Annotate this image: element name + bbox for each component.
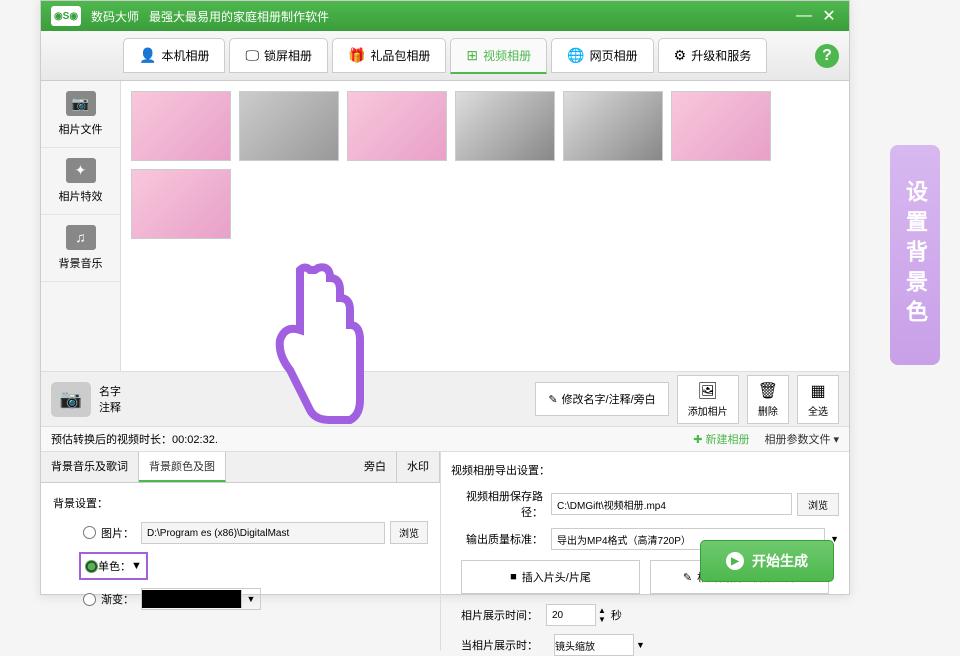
- gradient-swatch: [142, 590, 242, 608]
- nav-photo-files[interactable]: 📷相片文件: [41, 81, 120, 148]
- photo-thumbnail[interactable]: [131, 169, 231, 239]
- subtab-background[interactable]: 背景颜色及图: [139, 452, 226, 482]
- chevron-down-icon: ▼: [242, 594, 260, 604]
- add-image-icon: 🖼: [698, 381, 718, 401]
- quality-label: 输出质量标准：: [451, 531, 551, 547]
- thumbnail-area: [121, 81, 849, 371]
- tab-gift-album[interactable]: 🎁礼品包相册: [332, 38, 446, 73]
- estimate-text: 预估转换后的视频时长：00:02:32.: [51, 431, 218, 447]
- left-settings-panel: 背景音乐及歌词 背景颜色及图 旁白 水印 背景设置： 图片： D:\Progra…: [41, 452, 441, 651]
- trash-icon: 🗑: [758, 381, 778, 401]
- camera-preview-icon: 📷: [51, 382, 91, 417]
- globe-icon: 🌐: [567, 47, 584, 64]
- save-path-input[interactable]: [551, 493, 792, 515]
- sparkle-icon: ✦: [66, 158, 96, 183]
- delete-button[interactable]: 🗑删除: [747, 375, 789, 424]
- subtab-watermark[interactable]: 水印: [397, 452, 440, 482]
- transition-label: 当相片展示时：: [461, 637, 538, 653]
- top-tabs: 👤本机相册 🖵锁屏相册 🎁礼品包相册 ⊞视频相册 🌐网页相册 ⚙升级和服务 ?: [41, 31, 849, 81]
- photo-thumbnail[interactable]: [347, 91, 447, 161]
- bg-section-label: 背景设置：: [53, 495, 428, 511]
- subtab-music[interactable]: 背景音乐及歌词: [41, 452, 139, 482]
- nav-photo-effects[interactable]: ✦相片特效: [41, 148, 120, 215]
- app-tagline: 最强大最易用的家庭相册制作软件: [149, 8, 329, 25]
- display-time-input[interactable]: [546, 604, 596, 626]
- app-logo: ◉S◉: [51, 6, 81, 26]
- app-window: ◉S◉ 数码大师 最强大最易用的家庭相册制作软件 — ✕ 👤本机相册 🖵锁屏相册…: [40, 0, 850, 595]
- start-generate-button[interactable]: ▶ 开始生成: [700, 540, 834, 582]
- tab-lock-album[interactable]: 🖵锁屏相册: [229, 38, 328, 73]
- radio-gradient[interactable]: [83, 593, 96, 606]
- tab-web-album[interactable]: 🌐网页相册: [551, 38, 653, 73]
- time-unit: 秒: [611, 607, 622, 623]
- person-icon: 👤: [139, 47, 156, 64]
- app-name: 数码大师: [91, 8, 139, 25]
- sub-tabs: 背景音乐及歌词 背景颜色及图 旁白 水印: [41, 452, 440, 483]
- minimize-button[interactable]: —: [794, 6, 814, 26]
- music-icon: ♫: [66, 225, 96, 250]
- insert-head-button[interactable]: ■插入片头/片尾: [461, 560, 640, 594]
- tab-upgrade[interactable]: ⚙升级和服务: [658, 38, 768, 73]
- chevron-down-icon: ▾: [833, 433, 839, 446]
- browse-save-button[interactable]: 浏览: [797, 493, 839, 516]
- title-bar: ◉S◉ 数码大师 最强大最易用的家庭相册制作软件 — ✕: [41, 1, 849, 31]
- photo-thumbnail[interactable]: [131, 91, 231, 161]
- bg-settings-content: 背景设置： 图片： D:\Program es (x86)\DigitalMas…: [41, 483, 440, 630]
- color-highlight-box: 单色： ▼: [79, 552, 148, 580]
- radio-gradient-label: 渐变：: [101, 591, 141, 607]
- save-path-label: 视频相册保存路径：: [451, 488, 551, 520]
- browse-image-button[interactable]: 浏览: [390, 521, 428, 544]
- play-icon: ▶: [726, 552, 744, 570]
- tab-video-album[interactable]: ⊞视频相册: [450, 38, 547, 74]
- main-area: 📷相片文件 ✦相片特效 ♫背景音乐: [41, 81, 849, 371]
- display-time-label: 相片展示时间：: [461, 607, 538, 623]
- spinner-icon[interactable]: ▲▼: [598, 606, 606, 624]
- tab-local-album[interactable]: 👤本机相册: [123, 38, 225, 73]
- name-note-labels: 名字 注释: [99, 383, 121, 415]
- photo-thumbnail[interactable]: [239, 91, 339, 161]
- monitor-icon: 🖵: [245, 47, 259, 64]
- photo-thumbnail[interactable]: [563, 91, 663, 161]
- subtab-narration[interactable]: 旁白: [354, 452, 397, 482]
- export-section-title: 视频相册导出设置：: [451, 462, 839, 478]
- radio-image[interactable]: [83, 526, 96, 539]
- color-selector[interactable]: ▼: [131, 560, 142, 572]
- action-bar: 📷 名字 注释 ✎修改名字/注释/旁白 🖼添加相片 🗑删除 ▦全选: [41, 371, 849, 426]
- radio-solid-color[interactable]: [85, 560, 98, 573]
- edit-icon: ✎: [548, 393, 557, 406]
- radio-image-label: 图片：: [101, 525, 141, 541]
- status-bar: 预估转换后的视频时长：00:02:32. ✚新建相册 相册参数文件▾: [41, 426, 849, 451]
- modify-name-button[interactable]: ✎修改名字/注释/旁白: [535, 382, 668, 416]
- camera-icon: 📷: [66, 91, 96, 116]
- chevron-down-icon: ▼: [131, 560, 142, 572]
- side-nav: 📷相片文件 ✦相片特效 ♫背景音乐: [41, 81, 121, 371]
- radio-color-label: 单色：: [98, 558, 131, 574]
- add-photo-button[interactable]: 🖼添加相片: [677, 375, 739, 424]
- new-album-link[interactable]: ✚新建相册: [693, 431, 749, 447]
- gradient-selector[interactable]: ▼: [141, 588, 261, 610]
- select-all-button[interactable]: ▦全选: [797, 375, 839, 424]
- close-button[interactable]: ✕: [819, 6, 839, 26]
- image-path-field[interactable]: D:\Program es (x86)\DigitalMast: [141, 522, 385, 544]
- help-button[interactable]: ?: [815, 44, 839, 68]
- params-file-link[interactable]: 相册参数文件▾: [764, 431, 839, 447]
- gear-icon: ⚙: [674, 47, 687, 64]
- film-icon: ⊞: [466, 47, 478, 64]
- edit-icon: ✎: [683, 571, 692, 584]
- plus-icon: ✚: [693, 433, 702, 446]
- chevron-down-icon: ▼: [636, 640, 645, 650]
- tutorial-side-label: 设置背景色: [890, 145, 940, 365]
- nav-bg-music[interactable]: ♫背景音乐: [41, 215, 120, 282]
- transition-select[interactable]: [554, 634, 634, 656]
- gift-icon: 🎁: [348, 47, 365, 64]
- photo-thumbnail[interactable]: [455, 91, 555, 161]
- photo-thumbnail[interactable]: [671, 91, 771, 161]
- grid-icon: ▦: [810, 381, 825, 401]
- video-icon: ■: [510, 571, 517, 583]
